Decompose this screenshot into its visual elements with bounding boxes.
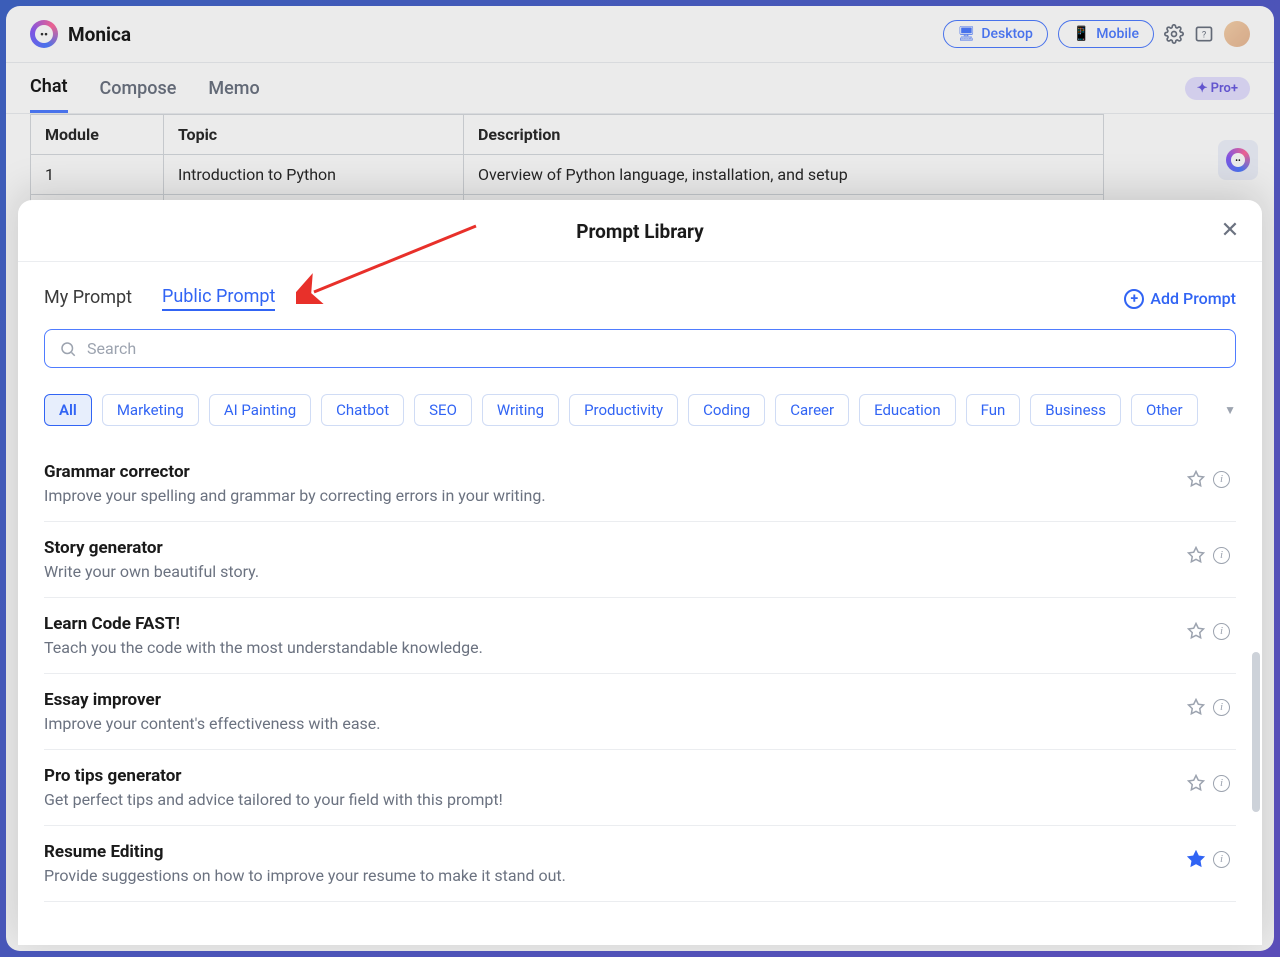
prompt-item[interactable]: Learn Code FAST! Teach you the code with… <box>44 598 1236 674</box>
th-module: Module <box>31 115 164 155</box>
star-icon[interactable] <box>1187 470 1205 488</box>
filter-career[interactable]: Career <box>775 394 849 426</box>
sparkle-icon: ✦ <box>1197 81 1208 96</box>
filter-business[interactable]: Business <box>1030 394 1121 426</box>
avatar[interactable] <box>1224 21 1250 47</box>
filter-row: All Marketing AI Painting Chatbot SEO Wr… <box>44 394 1236 426</box>
mobile-icon: 📱 <box>1073 26 1090 42</box>
chevron-down-icon[interactable]: ▼ <box>1224 403 1236 417</box>
filter-writing[interactable]: Writing <box>482 394 559 426</box>
logo-icon: •• <box>30 20 58 48</box>
prompt-list: Grammar corrector Improve your spelling … <box>44 446 1236 902</box>
filter-marketing[interactable]: Marketing <box>102 394 199 426</box>
prompt-item[interactable]: Story generator Write your own beautiful… <box>44 522 1236 598</box>
pro-label: Pro+ <box>1211 81 1238 96</box>
prompt-title: Essay improver <box>44 690 1187 710</box>
app-logo: •• Monica <box>30 20 131 48</box>
app-header: •• Monica 🖥 Desktop 📱 Mobile ? <box>6 6 1274 63</box>
help-icon[interactable]: ? <box>1194 24 1214 44</box>
prompt-desc: Provide suggestions on how to improve yo… <box>44 866 1187 885</box>
main-tabs: Chat Compose Memo ✦ Pro+ <box>6 63 1274 114</box>
th-description: Description <box>464 115 1104 155</box>
prompt-title: Grammar corrector <box>44 462 1187 482</box>
prompt-library-modal: Prompt Library ✕ My Prompt Public Prompt… <box>18 200 1262 945</box>
filter-coding[interactable]: Coding <box>688 394 765 426</box>
td-desc: Overview of Python language, installatio… <box>464 155 1104 195</box>
mobile-button[interactable]: 📱 Mobile <box>1058 20 1154 48</box>
close-icon[interactable]: ✕ <box>1218 218 1242 242</box>
side-logo-icon[interactable]: •• <box>1218 140 1258 180</box>
modal-title: Prompt Library <box>44 220 1236 243</box>
info-icon[interactable]: i <box>1213 851 1230 868</box>
prompt-title: Story generator <box>44 538 1187 558</box>
info-icon[interactable]: i <box>1213 775 1230 792</box>
prompt-item[interactable]: Pro tips generator Get perfect tips and … <box>44 750 1236 826</box>
filter-seo[interactable]: SEO <box>414 394 472 426</box>
info-icon[interactable]: i <box>1213 623 1230 640</box>
filter-chatbot[interactable]: Chatbot <box>321 394 404 426</box>
filter-all[interactable]: All <box>44 394 92 426</box>
pro-badge[interactable]: ✦ Pro+ <box>1185 77 1250 100</box>
settings-icon[interactable] <box>1164 24 1184 44</box>
modal-header: Prompt Library ✕ <box>18 200 1262 262</box>
side-icons: •• <box>1218 140 1258 180</box>
prompt-desc: Improve your content's effectiveness wit… <box>44 714 1187 733</box>
star-icon[interactable] <box>1187 622 1205 640</box>
prompt-desc: Get perfect tips and advice tailored to … <box>44 790 1187 809</box>
prompt-item[interactable]: Grammar corrector Improve your spelling … <box>44 446 1236 522</box>
desktop-button[interactable]: 🖥 Desktop <box>943 20 1048 48</box>
desktop-label: Desktop <box>981 26 1032 42</box>
prompt-desc: Improve your spelling and grammar by cor… <box>44 486 1187 505</box>
tab-compose[interactable]: Compose <box>100 65 177 112</box>
tab-chat[interactable]: Chat <box>30 63 68 113</box>
td-topic: Introduction to Python <box>163 155 463 195</box>
prompt-desc: Write your own beautiful story. <box>44 562 1187 581</box>
tab-memo[interactable]: Memo <box>208 65 259 112</box>
prompt-title: Pro tips generator <box>44 766 1187 786</box>
prompt-title: Learn Code FAST! <box>44 614 1187 634</box>
prompt-item[interactable]: Resume Editing Provide suggestions on ho… <box>44 826 1236 902</box>
prompt-tabs: My Prompt Public Prompt + Add Prompt <box>44 286 1236 311</box>
prompt-desc: Teach you the code with the most underst… <box>44 638 1187 657</box>
filter-fun[interactable]: Fun <box>966 394 1021 426</box>
info-icon[interactable]: i <box>1213 699 1230 716</box>
filter-productivity[interactable]: Productivity <box>569 394 678 426</box>
filter-ai-painting[interactable]: AI Painting <box>209 394 311 426</box>
prompt-title: Resume Editing <box>44 842 1187 862</box>
info-icon[interactable]: i <box>1213 547 1230 564</box>
star-icon[interactable] <box>1187 546 1205 564</box>
mobile-label: Mobile <box>1096 26 1139 42</box>
filter-education[interactable]: Education <box>859 394 956 426</box>
info-icon[interactable]: i <box>1213 471 1230 488</box>
star-icon[interactable] <box>1187 774 1205 792</box>
search-icon <box>59 340 77 358</box>
filter-other[interactable]: Other <box>1131 394 1198 426</box>
add-prompt-button[interactable]: + Add Prompt <box>1124 289 1236 309</box>
add-prompt-label: Add Prompt <box>1150 289 1236 308</box>
svg-text:?: ? <box>1202 30 1206 40</box>
app-name: Monica <box>68 23 131 46</box>
desktop-icon: 🖥 <box>958 26 976 42</box>
tab-my-prompt[interactable]: My Prompt <box>44 287 132 310</box>
plus-circle-icon: + <box>1124 289 1144 309</box>
scrollbar[interactable] <box>1252 652 1260 812</box>
tab-public-prompt[interactable]: Public Prompt <box>162 286 275 311</box>
td-module: 1 <box>31 155 164 195</box>
star-icon[interactable] <box>1187 698 1205 716</box>
star-icon[interactable] <box>1187 850 1205 868</box>
th-topic: Topic <box>163 115 463 155</box>
search-box[interactable] <box>44 329 1236 368</box>
prompt-item[interactable]: Essay improver Improve your content's ef… <box>44 674 1236 750</box>
search-input[interactable] <box>87 339 1221 358</box>
